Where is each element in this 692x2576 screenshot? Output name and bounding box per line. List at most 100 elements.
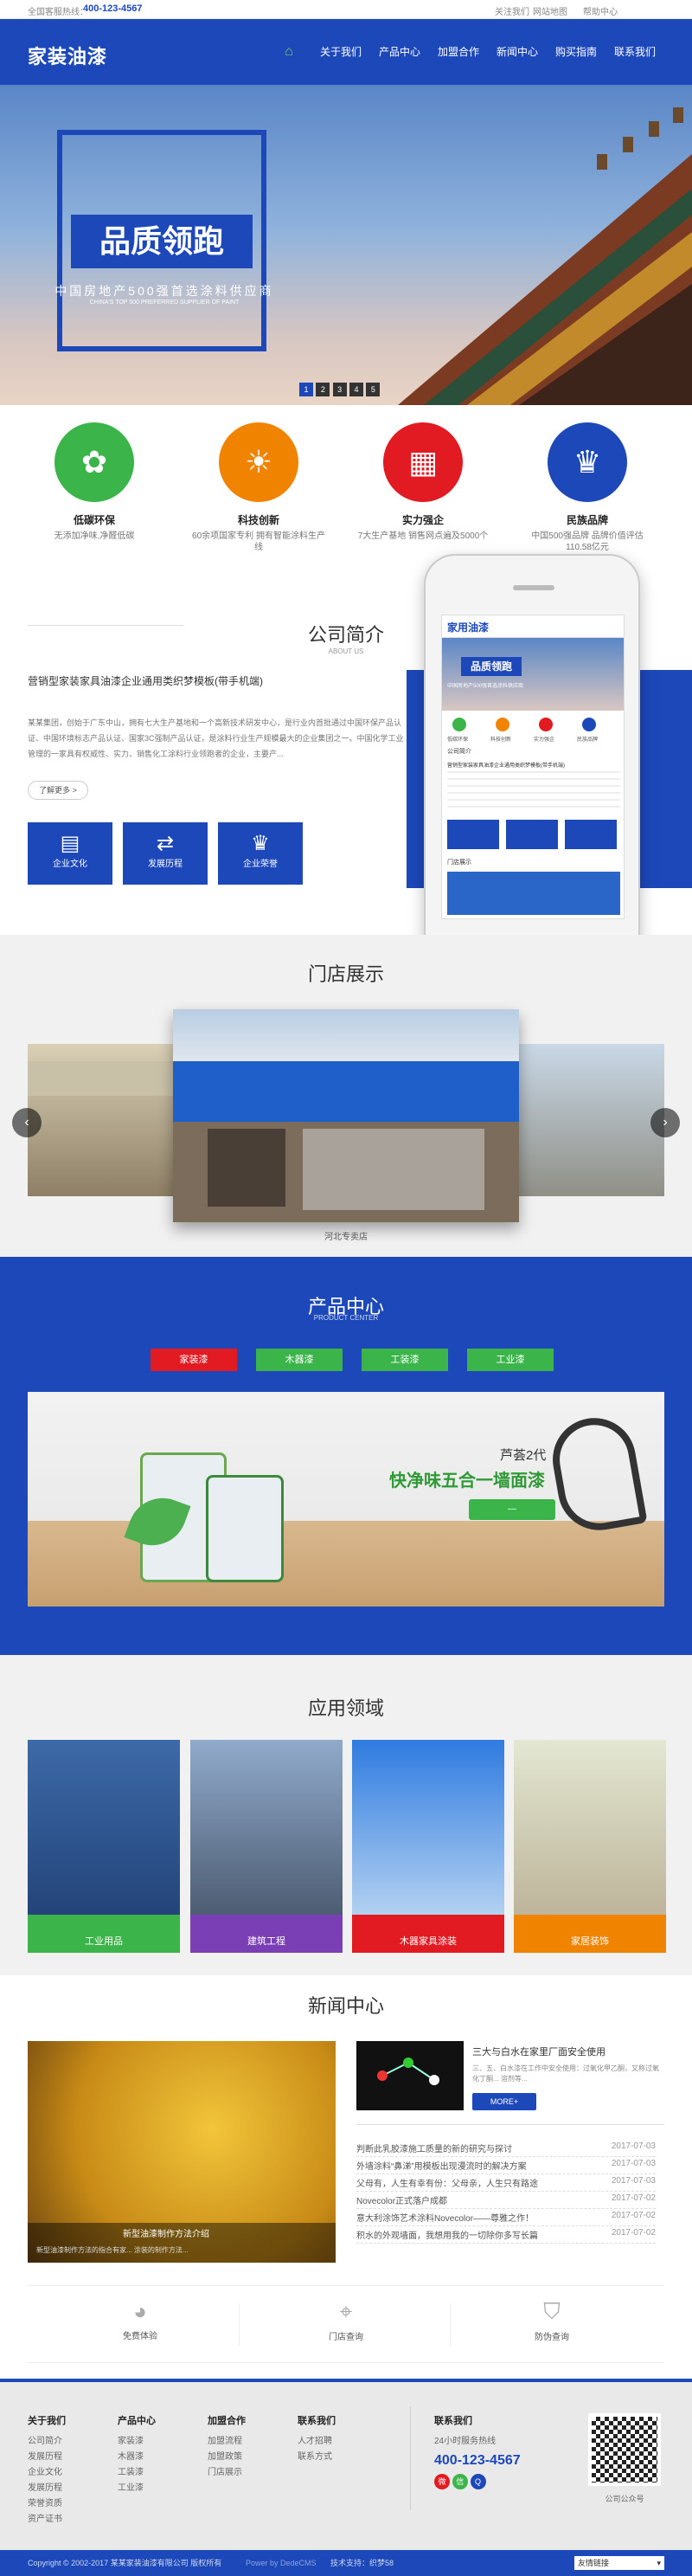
carousel-indicator[interactable] xyxy=(332,1622,360,1626)
slider-dot[interactable]: 1 xyxy=(299,383,313,396)
hero-subtitle: 中国房地产500强首选涂料供应商 xyxy=(54,284,274,298)
nav-item[interactable]: 联系我们 xyxy=(607,19,663,85)
divider xyxy=(239,2303,240,2347)
footer-link[interactable]: 公司简介 xyxy=(28,2434,66,2450)
nav-item[interactable]: 关于我们 xyxy=(313,19,368,85)
news-featured-desc: 新型油漆制作方法的指合有家... 涂装的制作方法... xyxy=(36,2246,189,2254)
nav-item[interactable]: 产品中心 xyxy=(372,19,427,85)
news-list-item[interactable]: Novecolor正式落户成都 2017-07-02 xyxy=(356,2193,656,2209)
history-button[interactable]: ⇄ 发展历程 xyxy=(123,822,208,885)
banner-more-button[interactable]: — xyxy=(469,1499,555,1520)
footer-link[interactable]: 荣誉资质 xyxy=(28,2496,66,2512)
phone-hero-sub: 中国房地产500强首选涂料供应商 xyxy=(447,684,524,689)
footer-contact: 联系我们 24小时服务热线 400-123-4567 微 信 Q xyxy=(434,2413,521,2490)
nav-item[interactable]: 加盟合作 xyxy=(431,19,486,85)
about-more-button[interactable]: 了解更多 > xyxy=(28,781,88,800)
footer-link[interactable]: 资产证书 xyxy=(28,2512,66,2528)
services-row: ◕ 免费体验 ⌖ 门店查询 ⛉ 防伪查询 xyxy=(28,2285,664,2363)
section-title-en: PRODUCT CENTER xyxy=(313,1314,379,1322)
service-label: 门店查询 xyxy=(329,2333,363,2342)
slider-dot[interactable]: 3 xyxy=(332,383,347,396)
tab-industrial-paint[interactable]: 工业漆 xyxy=(467,1349,554,1371)
honor-button[interactable]: ♛ 企业荣誉 xyxy=(218,822,303,885)
hero-subtitle-en: CHINA'S TOP 500 PREFERRED SUPPLIER OF PA… xyxy=(89,299,240,306)
powered-text[interactable]: Power by DedeCMS xyxy=(246,2550,317,2576)
store-image-left[interactable] xyxy=(28,1044,175,1196)
wechat-icon[interactable]: 信 xyxy=(452,2474,468,2489)
application-card[interactable]: 家居装饰 xyxy=(514,1740,666,1953)
phone-screen: 家用油漆 品质领跑 中国房地产500强首选涂料供应商 低碳环保 科技创新 实力强… xyxy=(441,615,625,919)
phone-logo: 家用油漆 xyxy=(447,621,490,634)
qr-code-image xyxy=(588,2413,661,2486)
slider-dot[interactable]: 5 xyxy=(366,383,381,396)
store-image-main[interactable] xyxy=(173,1009,519,1222)
news-list-item[interactable]: 父母有，人生有幸有份：父母亲，人生只有路途 2017-07-03 xyxy=(356,2176,656,2192)
palette-icon: ◕ xyxy=(133,2298,147,2324)
phone-feature-label: 民族品牌 xyxy=(577,737,599,743)
footer-link[interactable]: 门店展示 xyxy=(208,2465,246,2481)
top-link[interactable]: 关注我们 xyxy=(495,4,529,17)
qq-icon[interactable]: Q xyxy=(470,2474,486,2489)
phone-line: 营销型家装家具油漆企业通用类织梦模板(带手机端) xyxy=(447,763,565,769)
footer-link[interactable]: 木器漆 xyxy=(118,2450,156,2465)
product-banner[interactable]: 芦荟2代 快净味五合一墙面漆 — xyxy=(28,1392,664,1607)
application-caption: 木器家具涂装 xyxy=(352,1915,504,1953)
news-featured-image[interactable]: 新型油漆制作方法介绍 新型油漆制作方法的指合有家... 涂装的制作方法... xyxy=(28,2041,336,2263)
news-top-title[interactable]: 三大与白水在家里厂面安全使用 xyxy=(472,2045,663,2058)
feature-title: 低碳环保 xyxy=(73,514,115,526)
footer-link[interactable]: 发展历程 xyxy=(28,2481,66,2496)
application-card[interactable]: 建筑工程 xyxy=(190,1740,343,1953)
copyright-text: Copyright © 2002-2017 某某家装油漆有限公司 版权所有 xyxy=(28,2559,222,2567)
store-image-right[interactable] xyxy=(519,1044,664,1196)
footer-link[interactable]: 加盟政策 xyxy=(208,2450,246,2465)
nav-item[interactable]: 新闻中心 xyxy=(490,19,545,85)
section-title: 门店展示 xyxy=(307,963,384,985)
friend-links-select[interactable]: 友情链接 ▾ xyxy=(574,2556,664,2570)
application-card[interactable]: 工业用品 xyxy=(28,1740,180,1953)
application-card[interactable]: 木器家具涂装 xyxy=(352,1740,504,1953)
news-more-button[interactable]: MORE+ xyxy=(472,2093,536,2110)
tab-tooling-paint[interactable]: 工装漆 xyxy=(362,1349,448,1371)
tab-home-paint[interactable]: 家装漆 xyxy=(151,1349,237,1371)
news-list-item[interactable]: 意大利涂饰艺术涂料Novecolor——尊雅之作！ 2017-07-02 xyxy=(356,2211,656,2226)
service-item[interactable]: ⌖ 门店查询 xyxy=(311,2298,381,2342)
section-title: 新闻中心 xyxy=(307,1995,384,2017)
slider-dots: 1 2 3 4 5 xyxy=(299,383,381,396)
top-link[interactable]: 帮助中心 xyxy=(583,4,618,17)
prev-arrow-icon[interactable]: ‹ xyxy=(12,1108,42,1137)
footer-link[interactable]: 企业文化 xyxy=(28,2465,66,2481)
news-list-item[interactable]: 积水的外观墙面，我想用我的一切除你多写长篇 2017-07-02 xyxy=(356,2228,656,2244)
slider-dot[interactable]: 4 xyxy=(349,383,364,396)
footer-link[interactable]: 家装漆 xyxy=(118,2434,156,2450)
nav-item[interactable]: 购买指南 xyxy=(548,19,604,85)
nav-home-icon[interactable]: ⌂ xyxy=(270,19,308,85)
slider-dot[interactable]: 2 xyxy=(316,383,330,396)
phone-section-title: 公司简介 xyxy=(447,749,471,755)
divider xyxy=(450,2303,451,2347)
footer-link[interactable]: 人才招聘 xyxy=(298,2434,336,2450)
news-list-item[interactable]: 判断此乳胶漆施工质量的新的研究与探讨 2017-07-03 xyxy=(356,2141,656,2157)
service-item[interactable]: ◕ 免费体验 xyxy=(106,2298,175,2341)
site-header: 家装油漆 ⌂ 关于我们 产品中心 加盟合作 新闻中心 购买指南 联系我们 xyxy=(0,19,692,85)
weibo-icon[interactable]: 微 xyxy=(434,2474,450,2489)
tab-wood-paint[interactable]: 木器漆 xyxy=(256,1349,343,1371)
feature-desc: 7大生产基地 销售网点遍及5000个 xyxy=(357,531,489,541)
news-list-item[interactable]: 外墙涂料“鼻涕”用模板出现漫流时的解决方案 2017-07-03 xyxy=(356,2159,656,2174)
feature-desc: 无添加净味,净醛低碳 xyxy=(54,531,135,541)
footer-column: 关于我们 公司简介 发展历程 企业文化 发展历程 荣誉资质 资产证书 xyxy=(28,2413,66,2528)
news-top-image[interactable] xyxy=(356,2041,464,2110)
phone-mockup: 家用油漆 品质领跑 中国房地产500强首选涂料供应商 低碳环保 科技创新 实力强… xyxy=(424,554,640,987)
footer-link[interactable]: 工装漆 xyxy=(118,2465,156,2481)
contact-phone: 400-123-4567 xyxy=(434,2453,521,2468)
next-arrow-icon[interactable]: › xyxy=(650,1108,680,1137)
footer-link[interactable]: 工业漆 xyxy=(118,2481,156,2496)
top-link[interactable]: 网站地图 xyxy=(533,4,567,17)
service-item[interactable]: ⛉ 防伪查询 xyxy=(517,2298,586,2342)
hero-banner[interactable]: 品质领跑 中国房地产500强首选涂料供应商 CHINA'S TOP 500 PR… xyxy=(0,85,692,405)
culture-button[interactable]: ▤ 企业文化 xyxy=(28,822,112,885)
site-logo[interactable]: 家装油漆 xyxy=(28,42,107,69)
footer-link[interactable]: 加盟流程 xyxy=(208,2434,246,2450)
footer-link[interactable]: 发展历程 xyxy=(28,2450,66,2465)
phone-header: 家用油漆 xyxy=(442,615,624,638)
footer-link[interactable]: 联系方式 xyxy=(298,2450,336,2465)
